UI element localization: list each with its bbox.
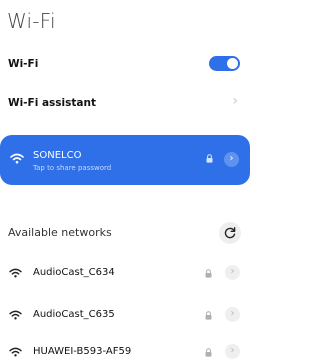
wifi-assistant-row[interactable]: Wi-Fi assistant › (0, 93, 250, 114)
wifi-signal-icon (9, 347, 22, 357)
network-ssid: AudioCast_C635 (33, 309, 115, 320)
lock-icon (205, 269, 212, 278)
connected-ssid: SONELCO (33, 150, 82, 161)
toggle-knob (227, 58, 238, 69)
available-networks-heading: Available networks (8, 226, 112, 239)
network-details-button[interactable]: › (224, 152, 239, 167)
network-details-button[interactable]: › (225, 344, 240, 359)
network-ssid: HUAWEI-B593-AF59 (33, 346, 132, 357)
wifi-assistant-label: Wi-Fi assistant (8, 97, 96, 109)
list-item[interactable]: HUAWEI-B593-AF59 › (0, 343, 250, 362)
wifi-signal-icon (9, 268, 22, 278)
network-details-button[interactable]: › (225, 265, 240, 280)
wifi-toggle-label: Wi-Fi (8, 58, 39, 70)
page-title: Wi-Fi (7, 9, 56, 33)
share-password-hint: Tap to share password (33, 164, 112, 172)
wifi-settings-screen: Wi-Fi Wi-Fi Wi-Fi assistant › SONELCO Ta… (0, 0, 250, 362)
network-details-button[interactable]: › (225, 307, 240, 322)
wifi-toggle-switch[interactable] (209, 56, 240, 71)
wifi-signal-icon (9, 310, 22, 320)
lock-icon (205, 348, 212, 357)
wifi-signal-icon (10, 153, 24, 164)
list-item[interactable]: AudioCast_C635 › (0, 306, 250, 326)
wifi-toggle-row[interactable]: Wi-Fi (0, 56, 250, 74)
network-ssid: AudioCast_C634 (33, 267, 115, 278)
refresh-icon (224, 227, 236, 239)
connected-network-card[interactable]: SONELCO Tap to share password › (0, 135, 250, 185)
list-item[interactable]: AudioCast_C634 › (0, 264, 250, 284)
lock-icon (205, 311, 212, 320)
lock-icon (206, 154, 213, 163)
refresh-button[interactable] (219, 222, 241, 244)
chevron-right-icon: › (232, 93, 238, 109)
